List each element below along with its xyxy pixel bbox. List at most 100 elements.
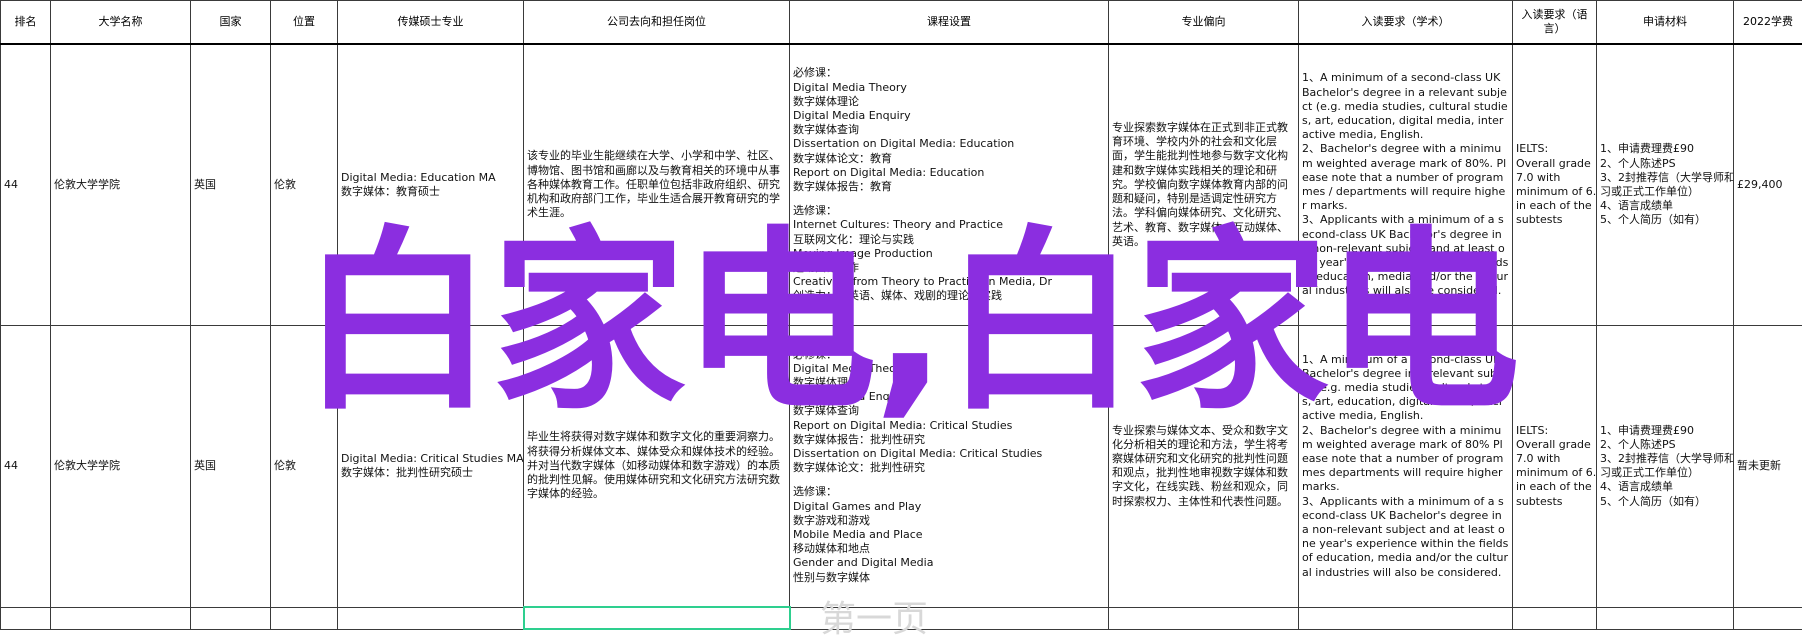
cell-focus[interactable]: 专业探索与媒体文本、受众和数字文化分析相关的理论和方法，学生将考察媒体研究和文化…: [1109, 326, 1299, 608]
language-line: 7.0 with: [1516, 171, 1593, 185]
empty-cell[interactable]: [191, 607, 271, 629]
material-item: 4、语言成绩单: [1600, 199, 1730, 213]
course-item: 数字媒体查询: [793, 404, 1105, 418]
elective-label: 选修课：: [793, 204, 1105, 218]
academic-item: 2、Bachelor's degree with a minimum weigh…: [1302, 424, 1509, 495]
cell-major[interactable]: Digital Media: Critical Studies MA 数字媒体：…: [338, 326, 524, 608]
major-cn: 数字媒体：批判性研究硕士: [341, 466, 520, 480]
major-en: Digital Media: Critical Studies MA: [341, 452, 520, 466]
language-line: in each of the: [1516, 480, 1593, 494]
academic-item: 1、A minimum of a second-class UK Bachelo…: [1302, 353, 1509, 424]
course-item: 数字媒体论文：教育: [793, 152, 1105, 166]
material-item: 3、2封推荐信（大学导师和实: [1600, 452, 1730, 466]
language-line: 7.0 with: [1516, 452, 1593, 466]
empty-cell[interactable]: [338, 607, 524, 629]
cell-materials[interactable]: 1、申请费理费£90 2、个人陈述PS 3、2封推荐信（大学导师和实 习或正式工…: [1597, 44, 1734, 326]
course-item: 互联网文化：理论与实践: [793, 233, 1105, 247]
cell-university[interactable]: 伦敦大学学院: [51, 326, 191, 608]
cell-rank[interactable]: 44: [1, 326, 51, 608]
cell-country[interactable]: 英国: [191, 44, 271, 326]
course-item: 数字游戏和游戏: [793, 514, 1105, 528]
material-item: 4、语言成绩单: [1600, 480, 1730, 494]
material-item: 2、个人陈述PS: [1600, 157, 1730, 171]
academic-item: 3、Applicants with a minimum of a second-…: [1302, 495, 1509, 580]
course-item: 数字媒体理论: [793, 376, 1105, 390]
material-item: 2、个人陈述PS: [1600, 438, 1730, 452]
course-item: Dissertation on Digital Media: Education: [793, 137, 1105, 151]
header-major[interactable]: 传媒硕士专业: [338, 1, 524, 45]
cell-academic[interactable]: 1、A minimum of a second-class UK Bachelo…: [1299, 44, 1513, 326]
header-career[interactable]: 公司去向和担任岗位: [524, 1, 790, 45]
empty-cell[interactable]: [1597, 607, 1734, 629]
cell-tuition[interactable]: 暂未更新: [1734, 326, 1802, 608]
course-item: Mobile Media and Place: [793, 528, 1105, 542]
cell-language[interactable]: IELTS: Overall grade 7.0 with minimum of…: [1513, 326, 1597, 608]
cell-location[interactable]: 伦敦: [271, 326, 338, 608]
header-location[interactable]: 位置: [271, 1, 338, 45]
header-country[interactable]: 国家: [191, 1, 271, 45]
course-item: Digital Media Theory: [793, 362, 1105, 376]
empty-cell[interactable]: [1109, 607, 1299, 629]
cell-rank[interactable]: 44: [1, 44, 51, 326]
course-item: Moving Image Production: [793, 247, 1105, 261]
cell-major[interactable]: Digital Media: Education MA 数字媒体：教育硕士: [338, 44, 524, 326]
cell-tuition[interactable]: £29,400: [1734, 44, 1802, 326]
header-courses[interactable]: 课程设置: [790, 1, 1109, 45]
cell-career[interactable]: 毕业生将获得对数字媒体和数字文化的重要洞察力。将获得分析媒体文本、媒体受众和媒体…: [524, 326, 790, 608]
cell-career[interactable]: 该专业的毕业生能继续在大学、小学和中学、社区、博物馆、图书馆和画廊以及与教育相关…: [524, 44, 790, 326]
course-item: Digital Media Theory: [793, 81, 1105, 95]
course-item: 数字媒体报告：教育: [793, 180, 1105, 194]
data-table: 排名 大学名称 国家 位置 传媒硕士专业 公司去向和担任岗位 课程设置 专业偏向…: [0, 0, 1802, 630]
language-line: Overall grade: [1516, 157, 1593, 171]
course-item: Gender and Digital Media: [793, 556, 1105, 570]
material-item: 习或正式工作单位）: [1600, 185, 1730, 199]
selected-cell[interactable]: [524, 607, 790, 629]
course-item: Report on Digital Media: Critical Studie…: [793, 419, 1105, 433]
language-line: Overall grade: [1516, 438, 1593, 452]
empty-cell[interactable]: [51, 607, 191, 629]
header-university[interactable]: 大学名称: [51, 1, 191, 45]
cell-location[interactable]: 伦敦: [271, 44, 338, 326]
header-language[interactable]: 入读要求（语言）: [1513, 1, 1597, 45]
cell-focus[interactable]: 专业探索数字媒体在正式到非正式教育环境、学校内外的社会和文化层面，学生能批判性地…: [1109, 44, 1299, 326]
course-item: Digital Media Enquiry: [793, 390, 1105, 404]
material-item: 1、申请费理费£90: [1600, 424, 1730, 438]
course-item: 数字媒体查询: [793, 123, 1105, 137]
academic-item: 3、Applicants with a minimum of a second-…: [1302, 213, 1509, 298]
language-line: subtests: [1516, 213, 1593, 227]
language-line: subtests: [1516, 495, 1593, 509]
course-item: Digital Media Enquiry: [793, 109, 1105, 123]
empty-cell[interactable]: [1299, 607, 1513, 629]
empty-cell[interactable]: [1734, 607, 1802, 629]
header-rank[interactable]: 排名: [1, 1, 51, 45]
course-item: Internet Cultures: Theory and Practice: [793, 218, 1105, 232]
empty-cell[interactable]: [271, 607, 338, 629]
table-row: 44 伦敦大学学院 英国 伦敦 Digital Media: Education…: [1, 44, 1802, 326]
cell-university[interactable]: 伦敦大学学院: [51, 44, 191, 326]
spacer: [793, 194, 1105, 204]
empty-cell[interactable]: [1513, 607, 1597, 629]
elective-label: 选修课：: [793, 485, 1105, 499]
cell-materials[interactable]: 1、申请费理费£90 2、个人陈述PS 3、2封推荐信（大学导师和实 习或正式工…: [1597, 326, 1734, 608]
language-line: IELTS:: [1516, 424, 1593, 438]
header-academic[interactable]: 入读要求（学术）: [1299, 1, 1513, 45]
course-item: 数字媒体理论: [793, 95, 1105, 109]
academic-item: 1、A minimum of a second-class UK Bachelo…: [1302, 71, 1509, 142]
course-item: 性别与数字媒体: [793, 571, 1105, 585]
header-materials[interactable]: 申请材料: [1597, 1, 1734, 45]
header-focus[interactable]: 专业偏向: [1109, 1, 1299, 45]
cell-country[interactable]: 英国: [191, 326, 271, 608]
cell-language[interactable]: IELTS: Overall grade 7.0 with minimum of…: [1513, 44, 1597, 326]
cell-courses[interactable]: 必修课： Digital Media Theory 数字媒体理论 Digital…: [790, 326, 1109, 608]
header-tuition[interactable]: 2022学费: [1734, 1, 1802, 45]
material-item: 1、申请费理费£90: [1600, 142, 1730, 156]
cell-academic[interactable]: 1、A minimum of a second-class UK Bachelo…: [1299, 326, 1513, 608]
empty-cell[interactable]: [1, 607, 51, 629]
material-item: 3、2封推荐信（大学导师和实: [1600, 171, 1730, 185]
required-label: 必修课：: [793, 66, 1105, 80]
cell-courses[interactable]: 必修课： Digital Media Theory 数字媒体理论 Digital…: [790, 44, 1109, 326]
material-item: 习或正式工作单位）: [1600, 466, 1730, 480]
table-row: 44 伦敦大学学院 英国 伦敦 Digital Media: Critical …: [1, 326, 1802, 608]
course-item: 数字媒体报告：批判性研究: [793, 433, 1105, 447]
language-line: minimum of 6.5: [1516, 185, 1593, 199]
